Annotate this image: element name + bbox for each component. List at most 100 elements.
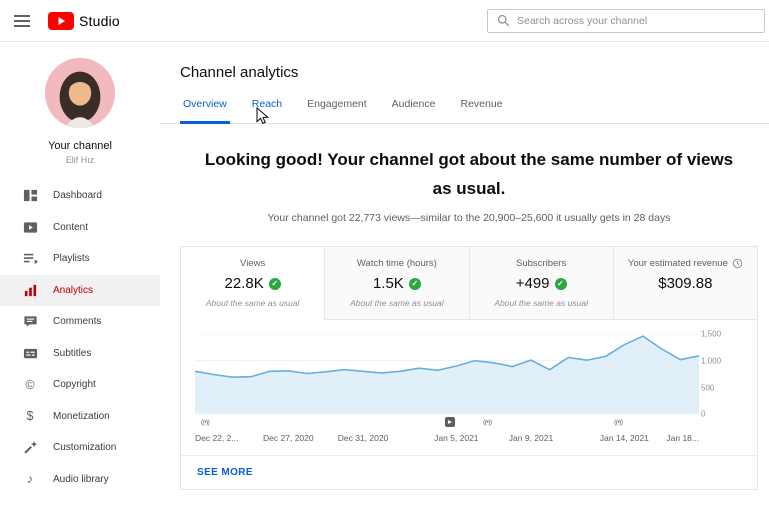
- x-axis-labels: Dec 22, 2... Dec 27, 2020 Dec 31, 2020 Jan …: [195, 433, 699, 446]
- metric-label: Watch time (hours): [356, 258, 437, 270]
- metric-cards: Views 22.8K ✓ About the same as usual Wa…: [180, 246, 758, 321]
- clock-icon[interactable]: [732, 258, 743, 269]
- metric-note: About the same as usual: [350, 298, 444, 309]
- analytics-tabs: Overview Reach Engagement Audience Reven…: [160, 98, 769, 125]
- y-axis-labels: 1,500 1,000 500 0: [701, 330, 739, 419]
- views-chart[interactable]: [195, 334, 699, 415]
- metric-value: $309.88: [658, 275, 713, 293]
- metric-card-subscribers[interactable]: Subscribers +499 ✓ About the same as usu…: [469, 246, 614, 321]
- sidebar-item-label: Comments: [53, 316, 102, 328]
- sidebar-item-analytics[interactable]: Analytics: [0, 274, 160, 306]
- metric-card-revenue[interactable]: Your estimated revenue $309.88: [613, 246, 758, 321]
- customization-icon: [22, 440, 38, 456]
- analytics-icon: [22, 282, 38, 298]
- metric-card-watch-time[interactable]: Watch time (hours) 1.5K ✓ About the same…: [325, 246, 470, 321]
- metric-value: +499: [515, 275, 550, 293]
- content-area: Your channel Elif Hız Dashboard Content: [0, 42, 769, 527]
- y-axis-label: 0: [701, 409, 706, 419]
- sidebar-item-label: Subtitles: [53, 347, 92, 359]
- sidebar-item-dashboard[interactable]: Dashboard: [0, 180, 160, 212]
- tab-overview[interactable]: Overview: [180, 98, 230, 124]
- sidebar-item-comments[interactable]: Comments: [0, 306, 160, 338]
- live-stream-marker-icon[interactable]: ((•)): [614, 417, 623, 429]
- copyright-icon: ©: [25, 377, 35, 392]
- insight-summary: Your channel got 22,773 views—similar to…: [267, 212, 671, 225]
- sidebar-item-label: Playlists: [53, 253, 90, 265]
- chart-area: 1,500 1,000 500 0: [181, 320, 757, 419]
- sidebar-nav: Dashboard Content Playlists Analytics Co…: [0, 180, 160, 495]
- sidebar-item-label: Copyright: [53, 379, 96, 391]
- y-axis-label: 1,000: [701, 356, 722, 366]
- see-more-link[interactable]: SEE MORE: [181, 456, 269, 489]
- sidebar-item-customization[interactable]: Customization: [0, 432, 160, 464]
- insight-headline: Looking good! Your channel got about the…: [204, 150, 734, 199]
- sidebar-item-content[interactable]: Content: [0, 212, 160, 244]
- check-icon: ✓: [408, 277, 421, 290]
- youtube-play-icon: [48, 11, 74, 30]
- check-icon: ✓: [268, 277, 281, 290]
- x-axis-label: Dec 27, 2020: [263, 433, 314, 444]
- sidebar-item-playlists[interactable]: Playlists: [0, 243, 160, 275]
- dashboard-icon: [22, 188, 38, 204]
- key-metrics-section: Views 22.8K ✓ About the same as usual Wa…: [180, 246, 758, 491]
- sidebar-item-label: Analytics: [53, 284, 94, 296]
- chart-panel: 1,500 1,000 500 0 ((•)) ((•)) ((•)) Dec 22…: [180, 320, 758, 491]
- sidebar-item-subtitles[interactable]: Subtitles: [0, 338, 160, 370]
- metric-label: Subscribers: [516, 258, 567, 270]
- monetization-icon: $: [26, 409, 34, 423]
- tab-reach[interactable]: Reach: [249, 98, 285, 124]
- sidebar-item-label: Content: [53, 221, 89, 233]
- avatar-image: [45, 58, 115, 128]
- metric-label: Your estimated revenue: [627, 258, 728, 270]
- youtube-studio-app: Studio Your channel: [0, 0, 769, 527]
- hamburger-menu-icon[interactable]: [10, 7, 38, 35]
- main-panel: Channel analytics Overview Reach Engagem…: [160, 42, 769, 527]
- chart-markers: ((•)) ((•)) ((•)): [195, 417, 699, 430]
- sidebar-item-label: Monetization: [53, 410, 110, 422]
- channel-avatar[interactable]: [45, 58, 115, 128]
- search-box[interactable]: [487, 8, 765, 33]
- channel-name: Your channel: [48, 140, 112, 152]
- x-axis-label: Jan 14, 2021: [599, 433, 649, 444]
- sidebar-item-label: Audio library: [53, 473, 109, 485]
- check-icon: ✓: [554, 277, 567, 290]
- subtitles-icon: [22, 345, 38, 361]
- x-axis-label: Dec 31, 2020: [337, 433, 389, 444]
- sidebar-item-copyright[interactable]: © Copyright: [0, 369, 160, 401]
- comments-icon: [22, 314, 38, 330]
- product-name: Studio: [79, 12, 120, 29]
- search-icon: [497, 14, 510, 27]
- y-axis-label: 1,500: [701, 329, 722, 339]
- page-title: Channel analytics: [180, 64, 299, 81]
- channel-owner-name: Elif Hız: [65, 155, 95, 165]
- video-publish-marker-icon[interactable]: [444, 417, 455, 428]
- content-icon: [22, 219, 38, 235]
- live-stream-marker-icon[interactable]: ((•)): [201, 417, 210, 429]
- live-stream-marker-icon[interactable]: ((•)): [483, 417, 492, 429]
- playlists-icon: [22, 251, 38, 267]
- tab-revenue[interactable]: Revenue: [457, 98, 505, 124]
- x-axis-label: Jan 9, 2021: [508, 433, 554, 444]
- see-more-row: SEE MORE: [181, 455, 757, 489]
- sidebar-item-label: Customization: [53, 442, 117, 454]
- metric-card-views[interactable]: Views 22.8K ✓ About the same as usual: [180, 246, 326, 321]
- y-axis-label: 500: [701, 383, 715, 393]
- metric-note: About the same as usual: [494, 298, 588, 309]
- x-axis-label: Jan 5, 2021: [434, 433, 479, 444]
- metric-value: 22.8K: [224, 275, 264, 293]
- x-axis-label: Dec 22, 2...: [195, 433, 239, 444]
- x-axis-label: Jan 18...: [666, 433, 699, 444]
- tab-audience[interactable]: Audience: [389, 98, 439, 124]
- tab-engagement[interactable]: Engagement: [304, 98, 370, 124]
- metric-value: 1.5K: [372, 275, 404, 293]
- audio-library-icon: ♪: [26, 472, 34, 486]
- sidebar-item-monetization[interactable]: $ Monetization: [0, 401, 160, 433]
- sidebar-item-audio-library[interactable]: ♪ Audio library: [0, 464, 160, 496]
- topbar: Studio: [0, 0, 769, 42]
- sidebar-item-label: Dashboard: [53, 190, 102, 202]
- search-input[interactable]: [517, 14, 755, 27]
- metric-note: About the same as usual: [205, 298, 300, 309]
- sidebar: Your channel Elif Hız Dashboard Content: [0, 42, 160, 527]
- youtube-studio-logo[interactable]: Studio: [48, 11, 120, 30]
- metric-label: Views: [240, 258, 266, 270]
